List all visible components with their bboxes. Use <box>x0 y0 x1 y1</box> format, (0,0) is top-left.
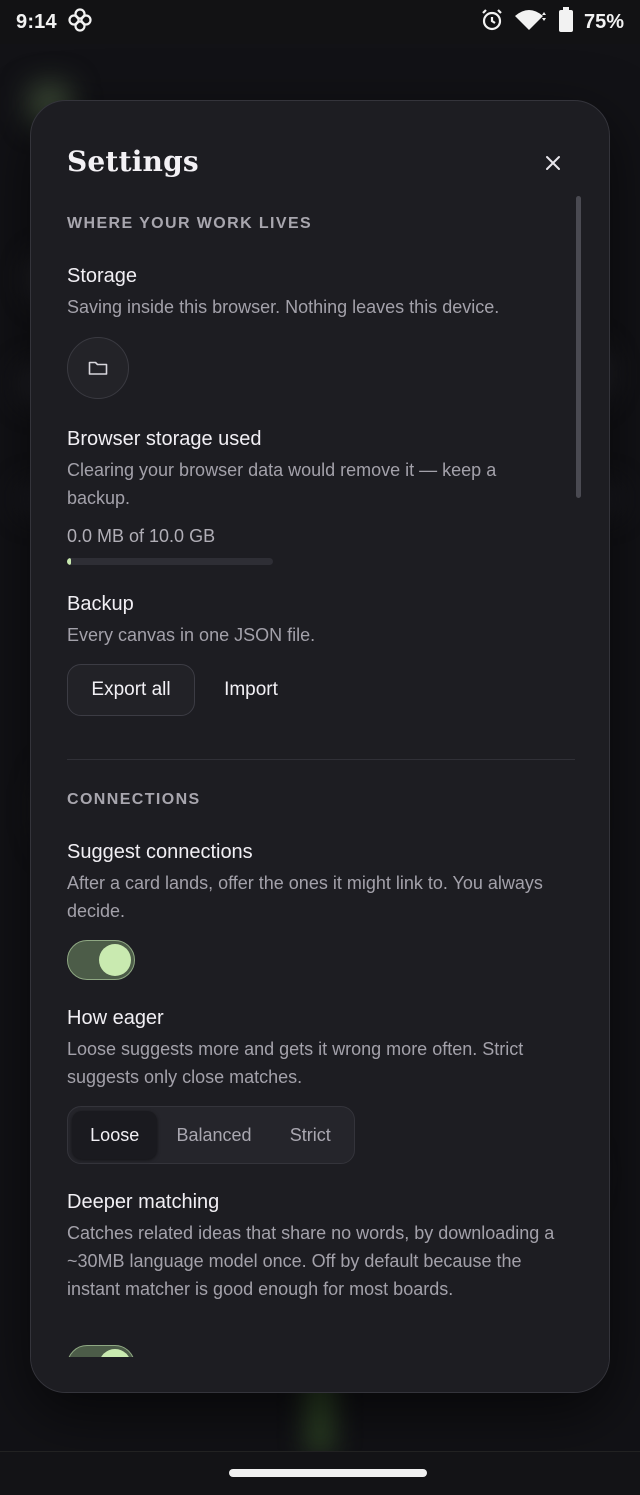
scroll-clip <box>31 1357 609 1392</box>
deeper-matching-title: Deeper matching <box>67 1191 220 1213</box>
suggest-connections-toggle[interactable] <box>67 940 135 980</box>
storage-title: Storage <box>67 265 138 287</box>
battery-icon <box>558 6 574 38</box>
close-button[interactable] <box>541 151 565 175</box>
segment-loose[interactable]: Loose <box>72 1111 158 1159</box>
status-bar: 9:14 75% <box>0 0 640 44</box>
import-button[interactable]: Import <box>207 664 295 716</box>
deeper-matching-desc: Catches related ideas that share no word… <box>67 1223 555 1299</box>
segment-balanced[interactable]: Balanced <box>157 1111 270 1159</box>
toggle-knob <box>99 944 131 976</box>
section-divider <box>67 759 575 760</box>
backup-desc: Every canvas in one JSON file. <box>67 625 316 645</box>
modal-title: Settings <box>67 145 199 178</box>
section-label-connections: CONNECTIONS <box>67 791 201 808</box>
home-indicator[interactable] <box>229 1469 427 1477</box>
eagerness-segmented-control: Loose Balanced Strict <box>67 1106 355 1164</box>
close-icon <box>546 156 560 170</box>
export-all-button[interactable]: Export all <box>67 664 195 716</box>
choose-folder-button[interactable] <box>67 337 129 399</box>
segment-strict[interactable]: Strict <box>271 1111 350 1159</box>
storage-usage-text: 0.0 MB of 10.0 GB <box>67 526 216 546</box>
pinwheel-icon <box>67 7 93 38</box>
how-eager-desc: Loose suggests more and gets it wrong mo… <box>67 1039 524 1087</box>
scrollbar[interactable] <box>576 196 581 498</box>
storage-desc: Saving inside this browser. Nothing leav… <box>67 297 500 317</box>
backup-title: Backup <box>67 593 134 615</box>
status-time: 9:14 <box>16 10 57 33</box>
storage-used-desc: Clearing your browser data would remove … <box>67 460 497 508</box>
suggest-connections-title: Suggest connections <box>67 841 253 863</box>
storage-used-title: Browser storage used <box>67 428 262 450</box>
folder-icon <box>88 361 108 375</box>
battery-percent: 75% <box>583 10 624 33</box>
storage-usage-fill <box>67 558 71 565</box>
how-eager-title: How eager <box>67 1007 164 1029</box>
section-label-work: WHERE YOUR WORK LIVES <box>67 215 313 232</box>
storage-usage-bar <box>67 558 273 565</box>
wifi-icon <box>514 8 548 37</box>
alarm-icon <box>480 8 504 37</box>
settings-modal: Settings WHERE YOUR WORK LIVES Storage S… <box>30 100 610 1393</box>
suggest-connections-desc: After a card lands, offer the ones it mi… <box>67 873 543 921</box>
